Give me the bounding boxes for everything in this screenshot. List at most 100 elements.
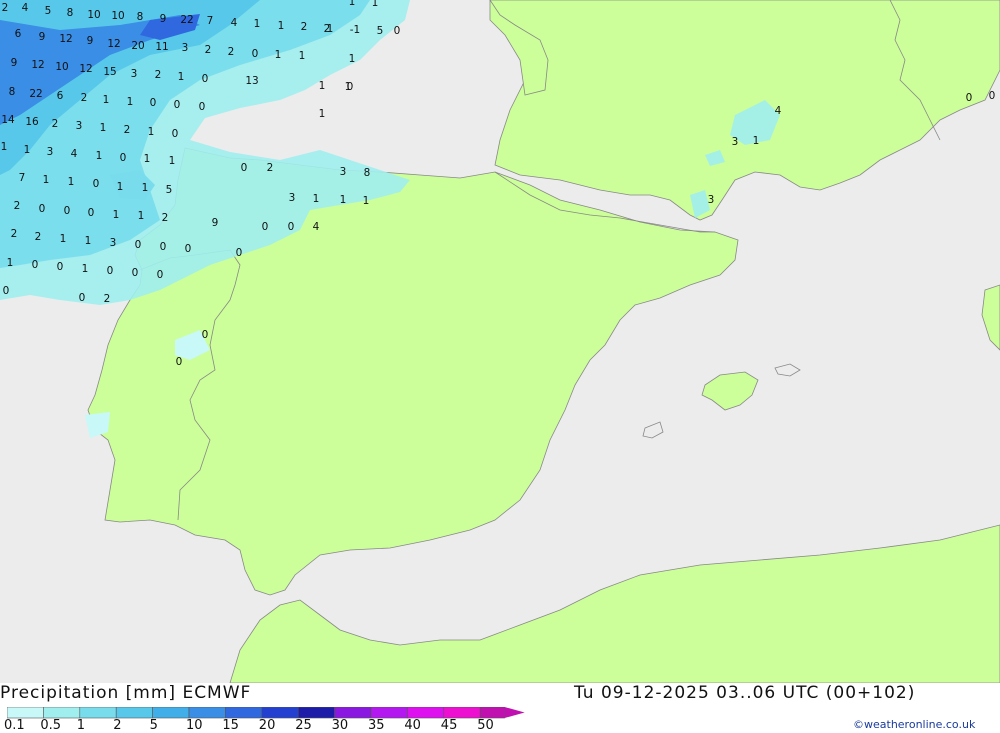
map-value-label: 22	[29, 88, 42, 100]
map-value-label: 1	[113, 209, 120, 221]
map-value-label: 0	[202, 329, 209, 341]
legend-label: 30	[331, 718, 349, 733]
map-value-label: 2	[11, 228, 18, 240]
map-value-label: 8	[364, 167, 371, 179]
map-value-label: 1	[138, 210, 145, 222]
map-value-label: 16	[25, 116, 39, 128]
map-value-label: 1	[753, 135, 760, 147]
map-value-label: 0	[262, 221, 269, 233]
map-value-label: 3	[182, 42, 189, 54]
map-value-label: 10	[87, 9, 100, 21]
map-value-label: 12	[59, 33, 72, 45]
map-value-label: 2	[14, 200, 21, 212]
map-value-label: 2	[124, 124, 131, 136]
land-sardinia	[981, 284, 1000, 351]
map-value-label: 5	[45, 5, 52, 17]
map-value-label: 3	[110, 237, 117, 249]
map-value-label: 1	[117, 181, 124, 193]
map-value-label: 3	[131, 68, 138, 80]
map-value-label: 0	[93, 178, 100, 190]
legend-swatch	[43, 707, 81, 719]
map-value-label: 14	[1, 114, 15, 126]
map-value-label: 1	[278, 20, 285, 32]
map-value-label: 0	[288, 221, 295, 233]
map-value-label: 13	[245, 75, 258, 87]
map-value-label: 2	[155, 69, 162, 81]
map-value-label: 9	[39, 31, 46, 43]
map-value-label: 1	[68, 176, 75, 188]
map-value-label: 1	[103, 94, 110, 106]
map-value-label: 2	[162, 212, 169, 224]
land-ibiza	[642, 421, 664, 439]
legend-label: 50	[477, 718, 494, 733]
map-value-label: 1	[1, 141, 8, 153]
legend-label: 0.1	[4, 718, 25, 733]
map-value-label: 0	[160, 241, 167, 253]
map-value-label: 9	[87, 35, 94, 47]
map-value-label: 1	[254, 18, 261, 30]
map-value-label: 0	[88, 207, 95, 219]
map-value-label: 5	[166, 184, 173, 196]
map-value-label: 3	[340, 166, 347, 178]
map-value-label: 0	[120, 152, 127, 164]
map-value-label: 3	[289, 192, 296, 204]
map-value-label: 0	[107, 265, 114, 277]
map-value-label: 8	[67, 7, 74, 19]
map-value-label: 7	[207, 15, 214, 27]
map-value-label: 0	[236, 247, 243, 259]
map-value-label: 0	[252, 48, 259, 60]
legend-arrow	[504, 707, 525, 718]
map-value-label: 0	[64, 205, 71, 217]
map-value-label: -1	[350, 24, 360, 36]
legend-label: 25	[295, 718, 312, 733]
map-value-label: 4	[231, 17, 238, 29]
map-value-label: 2	[52, 118, 59, 130]
map-value-label: 0	[3, 285, 10, 297]
legend-swatch	[115, 707, 153, 719]
map-value-label: 1	[24, 144, 31, 156]
legend-label: 5	[149, 718, 158, 733]
legend-label: 20	[258, 718, 276, 733]
map-value-label: 0	[199, 101, 206, 113]
legend-label: 45	[440, 718, 458, 733]
map-value-label: 9	[160, 13, 167, 25]
map-canvas: 2 4 5 8 10 10 8 9 22 7 4 1 1 2 1 -1 51 16 9 12 9 12 20 11 3 2 2 0 1 1…	[0, 0, 1000, 683]
legend-label: 35	[368, 718, 385, 733]
legend-label: 15	[222, 718, 239, 733]
map-value-label: 9	[212, 217, 219, 229]
map-value-label: 9	[11, 57, 18, 69]
map-value-label: 0	[176, 356, 183, 368]
map-value-label: 1	[345, 81, 352, 93]
map-value-label: 2	[267, 162, 274, 174]
map-value-label: 8	[137, 11, 144, 23]
map-value-label: 1	[142, 182, 149, 194]
map-title: Precipitation [mm] ECMWF	[0, 683, 252, 703]
map-value-label: 0	[32, 259, 39, 271]
map-value-label: 10	[111, 10, 124, 22]
map-value-label: 6	[15, 28, 22, 40]
map-value-label: 8	[9, 86, 16, 98]
map-value-label: 0	[132, 267, 139, 279]
legend-swatch	[225, 707, 263, 719]
map-value-label: 0	[39, 203, 46, 215]
map-value-label: 4	[71, 148, 78, 160]
map-value-label: 1	[43, 174, 50, 186]
precipitation-map: 2 4 5 8 10 10 8 9 22 7 4 1 1 2 1 -1 5 1 1 6 9 12 9 12 20 11 3 2 2 0 1 1…	[0, 0, 1000, 683]
map-value-label: 7	[19, 172, 26, 184]
legend-swatch	[334, 707, 372, 719]
map-value-label: 11	[155, 41, 168, 53]
map-value-label: 0	[79, 292, 86, 304]
map-value-label: 1	[144, 153, 151, 165]
legend-label: 10	[186, 718, 203, 733]
map-value-label: 2	[2, 2, 9, 14]
credit-text[interactable]: ©weatheronline.co.uk	[853, 718, 975, 731]
legend-label: 1	[76, 718, 86, 733]
map-value-label: 0	[185, 243, 192, 255]
legend-swatch	[261, 707, 299, 719]
map-value-label: 1	[100, 122, 107, 134]
map-value-label: 1	[363, 195, 370, 207]
map-value-label: 0	[135, 239, 142, 251]
map-value-label: 0	[157, 269, 164, 281]
legend-swatch	[297, 707, 335, 719]
map-value-label: 2	[81, 92, 88, 104]
